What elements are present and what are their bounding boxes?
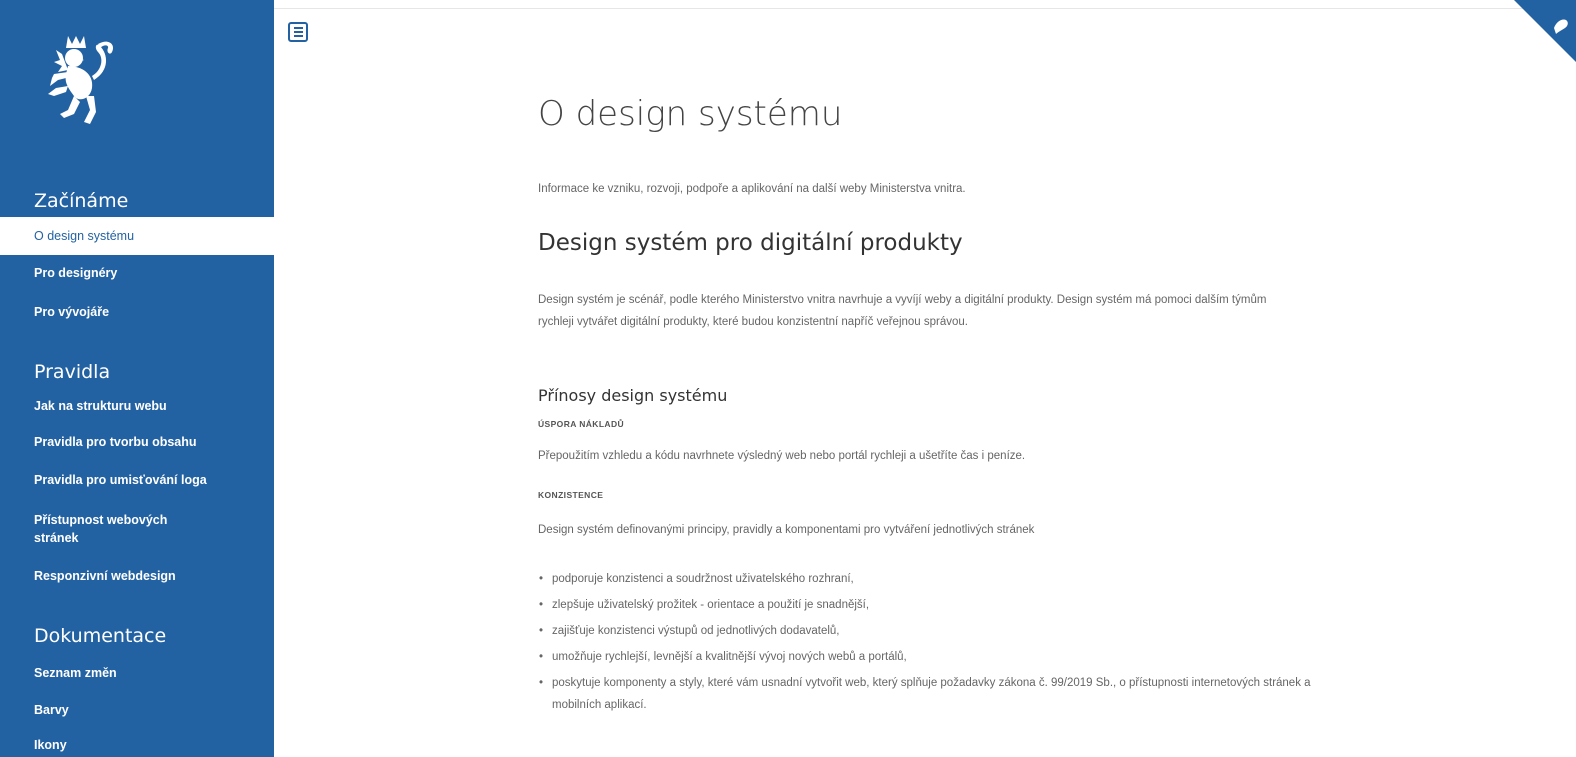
sidebar-item-barvy[interactable]: Barvy <box>0 701 274 719</box>
sidebar-item-pristupnost-webovych-stranek[interactable]: Přístupnost webových stránek <box>0 511 274 547</box>
sidebar-item-pravidla-pro-tvorbu-obsahu[interactable]: Pravidla pro tvorbu obsahu <box>0 433 274 451</box>
sidebar-item-pro-designery[interactable]: Pro designéry <box>0 264 274 282</box>
sidebar-section-dokumentace: Dokumentace <box>34 625 167 647</box>
page-title: O design systému <box>538 94 843 134</box>
benefit-consistency-text: Design systém definovanými principy, pra… <box>538 524 1035 536</box>
benefits-heading: Přínosy design systému <box>538 386 728 405</box>
benefits-list: podporuje konzistenci a soudržnost uživa… <box>538 568 1318 716</box>
benefit-cost-text: Přepoužitím vzhledu a kódu navrhnete výs… <box>538 450 1026 462</box>
sidebar-item-pro-vyvojare[interactable]: Pro vývojáře <box>0 303 274 321</box>
header-divider <box>274 8 1576 9</box>
intro-text: Informace ke vzniku, rozvoji, podpoře a … <box>538 183 966 195</box>
list-item: umožňuje rychlejší, levnější a kvalitněj… <box>538 646 1318 668</box>
section-heading-design-system: Design systém pro digitální produkty <box>538 230 963 256</box>
sidebar-item-pravidla-pro-umistovani-loga[interactable]: Pravidla pro umisťování loga <box>0 471 274 489</box>
lion-coat-of-arms-logo[interactable] <box>38 30 134 140</box>
sidebar-item-jak-na-strukturu-webu[interactable]: Jak na strukturu webu <box>0 397 274 415</box>
sidebar-section-zaciname: Začínáme <box>34 190 129 212</box>
sidebar-item-responzivni-webdesign[interactable]: Responzivní webdesign <box>0 567 274 585</box>
menu-toggle-button[interactable] <box>288 22 308 42</box>
sidebar-item-seznam-zmen[interactable]: Seznam změn <box>0 664 274 682</box>
github-corner-icon[interactable] <box>1550 14 1572 36</box>
list-item: zajišťuje konzistenci výstupů od jednotl… <box>538 620 1318 642</box>
sidebar-item-o-design-systemu[interactable]: O design systému <box>0 217 274 255</box>
sidebar: Začínáme O design systému Pro designéry … <box>0 0 274 757</box>
sidebar-item-ikony[interactable]: Ikony <box>0 736 274 754</box>
sidebar-section-pravidla: Pravidla <box>34 361 111 383</box>
hamburger-menu-icon <box>293 27 303 29</box>
design-system-paragraph: Design systém je scénář, podle kterého M… <box>538 294 1267 328</box>
benefit-cost-title: ÚSPORA NÁKLADŮ <box>538 419 625 429</box>
list-item: podporuje konzistenci a soudržnost uživa… <box>538 568 1318 590</box>
benefit-consistency-title: KONZISTENCE <box>538 490 604 500</box>
list-item: zlepšuje uživatelský prožitek - orientac… <box>538 594 1318 616</box>
list-item: poskytuje komponenty a styly, které vám … <box>538 672 1322 716</box>
